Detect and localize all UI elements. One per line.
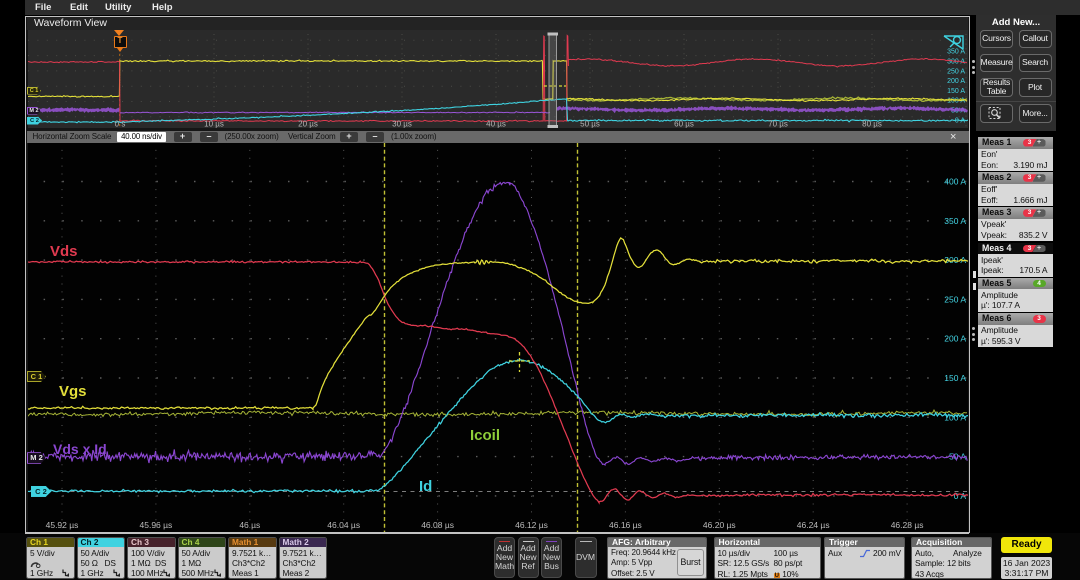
svg-text:40 µs: 40 µs (486, 120, 506, 129)
svg-text:350 A: 350 A (947, 49, 965, 56)
svg-text:Vds x Id: Vds x Id (53, 441, 107, 457)
svg-text:46.08 µs: 46.08 µs (421, 520, 454, 530)
svg-text:Vgs: Vgs (59, 383, 87, 400)
svg-text:Id: Id (419, 478, 432, 495)
svg-text:60 µs: 60 µs (674, 120, 694, 129)
svg-text:46 µs: 46 µs (239, 520, 260, 530)
svg-text:46.04 µs: 46.04 µs (327, 520, 360, 530)
svg-text:50 µs: 50 µs (580, 120, 600, 129)
svg-text:46.20 µs: 46.20 µs (703, 520, 736, 530)
svg-text:250 A: 250 A (947, 68, 965, 75)
svg-text:30 µs: 30 µs (392, 120, 412, 129)
svg-text:45.96 µs: 45.96 µs (140, 520, 173, 530)
svg-text:46.16 µs: 46.16 µs (609, 520, 642, 530)
svg-text:70 µs: 70 µs (768, 120, 788, 129)
svg-text:Vds: Vds (50, 243, 78, 260)
svg-text:80 µs: 80 µs (862, 120, 882, 129)
svg-text:20 µs: 20 µs (298, 120, 318, 129)
svg-text:46.12 µs: 46.12 µs (515, 520, 548, 530)
svg-text:10 µs: 10 µs (204, 120, 224, 129)
svg-text:400 A: 400 A (944, 177, 966, 187)
svg-text:200 A: 200 A (947, 78, 965, 85)
svg-text:150 A: 150 A (944, 373, 966, 383)
svg-text:150 A: 150 A (947, 88, 965, 95)
svg-text:46.24 µs: 46.24 µs (797, 520, 830, 530)
svg-text:Icoil: Icoil (470, 427, 500, 444)
svg-text:250 A: 250 A (944, 294, 966, 304)
svg-text:200 A: 200 A (944, 334, 966, 344)
svg-text:350 A: 350 A (944, 216, 966, 226)
svg-text:46.28 µs: 46.28 µs (891, 520, 924, 530)
svg-text:0 s: 0 s (115, 120, 126, 129)
svg-text:45.92 µs: 45.92 µs (46, 520, 79, 530)
